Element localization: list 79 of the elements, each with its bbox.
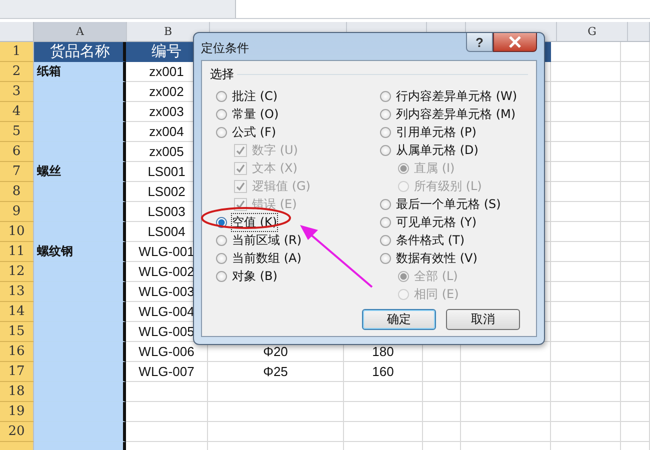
radio-option[interactable]: 引用单元格 (P) [380, 123, 476, 141]
table-cell [621, 122, 650, 142]
table-cell [621, 262, 650, 282]
row-header[interactable]: 20 [0, 422, 34, 442]
radio-option[interactable]: 当前数组 (A) [216, 249, 302, 267]
table-cell [621, 362, 650, 382]
row-header[interactable]: 4 [0, 102, 34, 122]
table-cell: Φ25 [208, 362, 344, 382]
table-cell [551, 402, 621, 422]
table-cell [621, 162, 650, 182]
row-header[interactable]: 16 [0, 342, 34, 362]
help-button[interactable]: ? [466, 33, 493, 52]
close-button[interactable] [493, 33, 537, 52]
row-header[interactable]: 2 [0, 62, 34, 82]
radio-option[interactable]: 列内容差异单元格 (M) [380, 105, 516, 123]
table-cell [621, 382, 650, 402]
table-cell [621, 422, 650, 442]
radio-option[interactable]: 最后一个单元格 (S) [380, 195, 501, 213]
table-cell [621, 202, 650, 222]
table-cell: 螺纹钢 [34, 242, 126, 262]
row-header[interactable]: 8 [0, 182, 34, 202]
radio-option[interactable]: 条件格式 (T) [380, 231, 465, 249]
table-cell: 160 [344, 362, 423, 382]
radio-option[interactable]: 行内容差异单元格 (W) [380, 87, 518, 105]
radio-option[interactable]: 当前区域 (R) [216, 231, 302, 249]
row-header[interactable]: 1 [0, 42, 34, 62]
table-cell [551, 342, 621, 362]
table-cell [423, 422, 461, 442]
ok-button[interactable]: 确定 [362, 309, 436, 330]
row-header[interactable]: 17 [0, 362, 34, 382]
row-header[interactable]: 6 [0, 142, 34, 162]
close-icon [508, 36, 522, 48]
row-header[interactable]: 11 [0, 242, 34, 262]
radio-option[interactable]: 对象 (B) [216, 267, 278, 285]
table-cell [551, 382, 621, 402]
table-cell [621, 102, 650, 122]
table-cell [621, 402, 650, 422]
column-header[interactable]: A [34, 22, 127, 41]
table-cell: 纸箱 [34, 62, 126, 82]
radio-option[interactable]: 数据有效性 (V) [380, 249, 478, 267]
row-header[interactable]: 14 [0, 302, 34, 322]
cancel-button[interactable]: 取消 [446, 309, 520, 330]
table-cell [621, 242, 650, 262]
row-header[interactable]: 9 [0, 202, 34, 222]
table-cell [423, 402, 461, 422]
row-header[interactable]: 15 [0, 322, 34, 342]
table-cell [621, 342, 650, 362]
row-header[interactable]: 5 [0, 122, 34, 142]
table-cell [621, 282, 650, 302]
table-cell [551, 42, 621, 62]
row-header[interactable]: 3 [0, 82, 34, 102]
row-header[interactable]: 10 [0, 222, 34, 242]
table-cell [621, 82, 650, 102]
table-cell: 螺丝 [34, 162, 126, 182]
table-cell [621, 62, 650, 82]
column-header[interactable]: G [557, 22, 628, 41]
table-cell [551, 422, 621, 442]
table-cell [621, 302, 650, 322]
table-cell [621, 222, 650, 242]
table-cell: WLG-007 [126, 362, 208, 382]
table-cell: 货品名称 [34, 42, 126, 62]
group-label: 选择 [210, 66, 237, 83]
row-header[interactable]: 19 [0, 402, 34, 422]
table-cell [621, 322, 650, 342]
radio-option[interactable]: 常量 (O) [216, 105, 279, 123]
row-header[interactable]: 12 [0, 262, 34, 282]
radio-option[interactable]: 批注 (C) [216, 87, 278, 105]
row-header[interactable]: 7 [0, 162, 34, 182]
table-cell [621, 182, 650, 202]
row-header[interactable]: 13 [0, 282, 34, 302]
radio-option[interactable]: 从属单元格 (D) [380, 141, 478, 159]
table-cell [621, 142, 650, 162]
table-cell [621, 42, 650, 62]
table-cell [423, 382, 461, 402]
table-cell [551, 362, 621, 382]
radio-option[interactable]: 可见单元格 (Y) [380, 213, 477, 231]
row-header[interactable]: 18 [0, 382, 34, 402]
table-cell [423, 362, 461, 382]
radio-option[interactable]: 公式 (F) [216, 123, 276, 141]
